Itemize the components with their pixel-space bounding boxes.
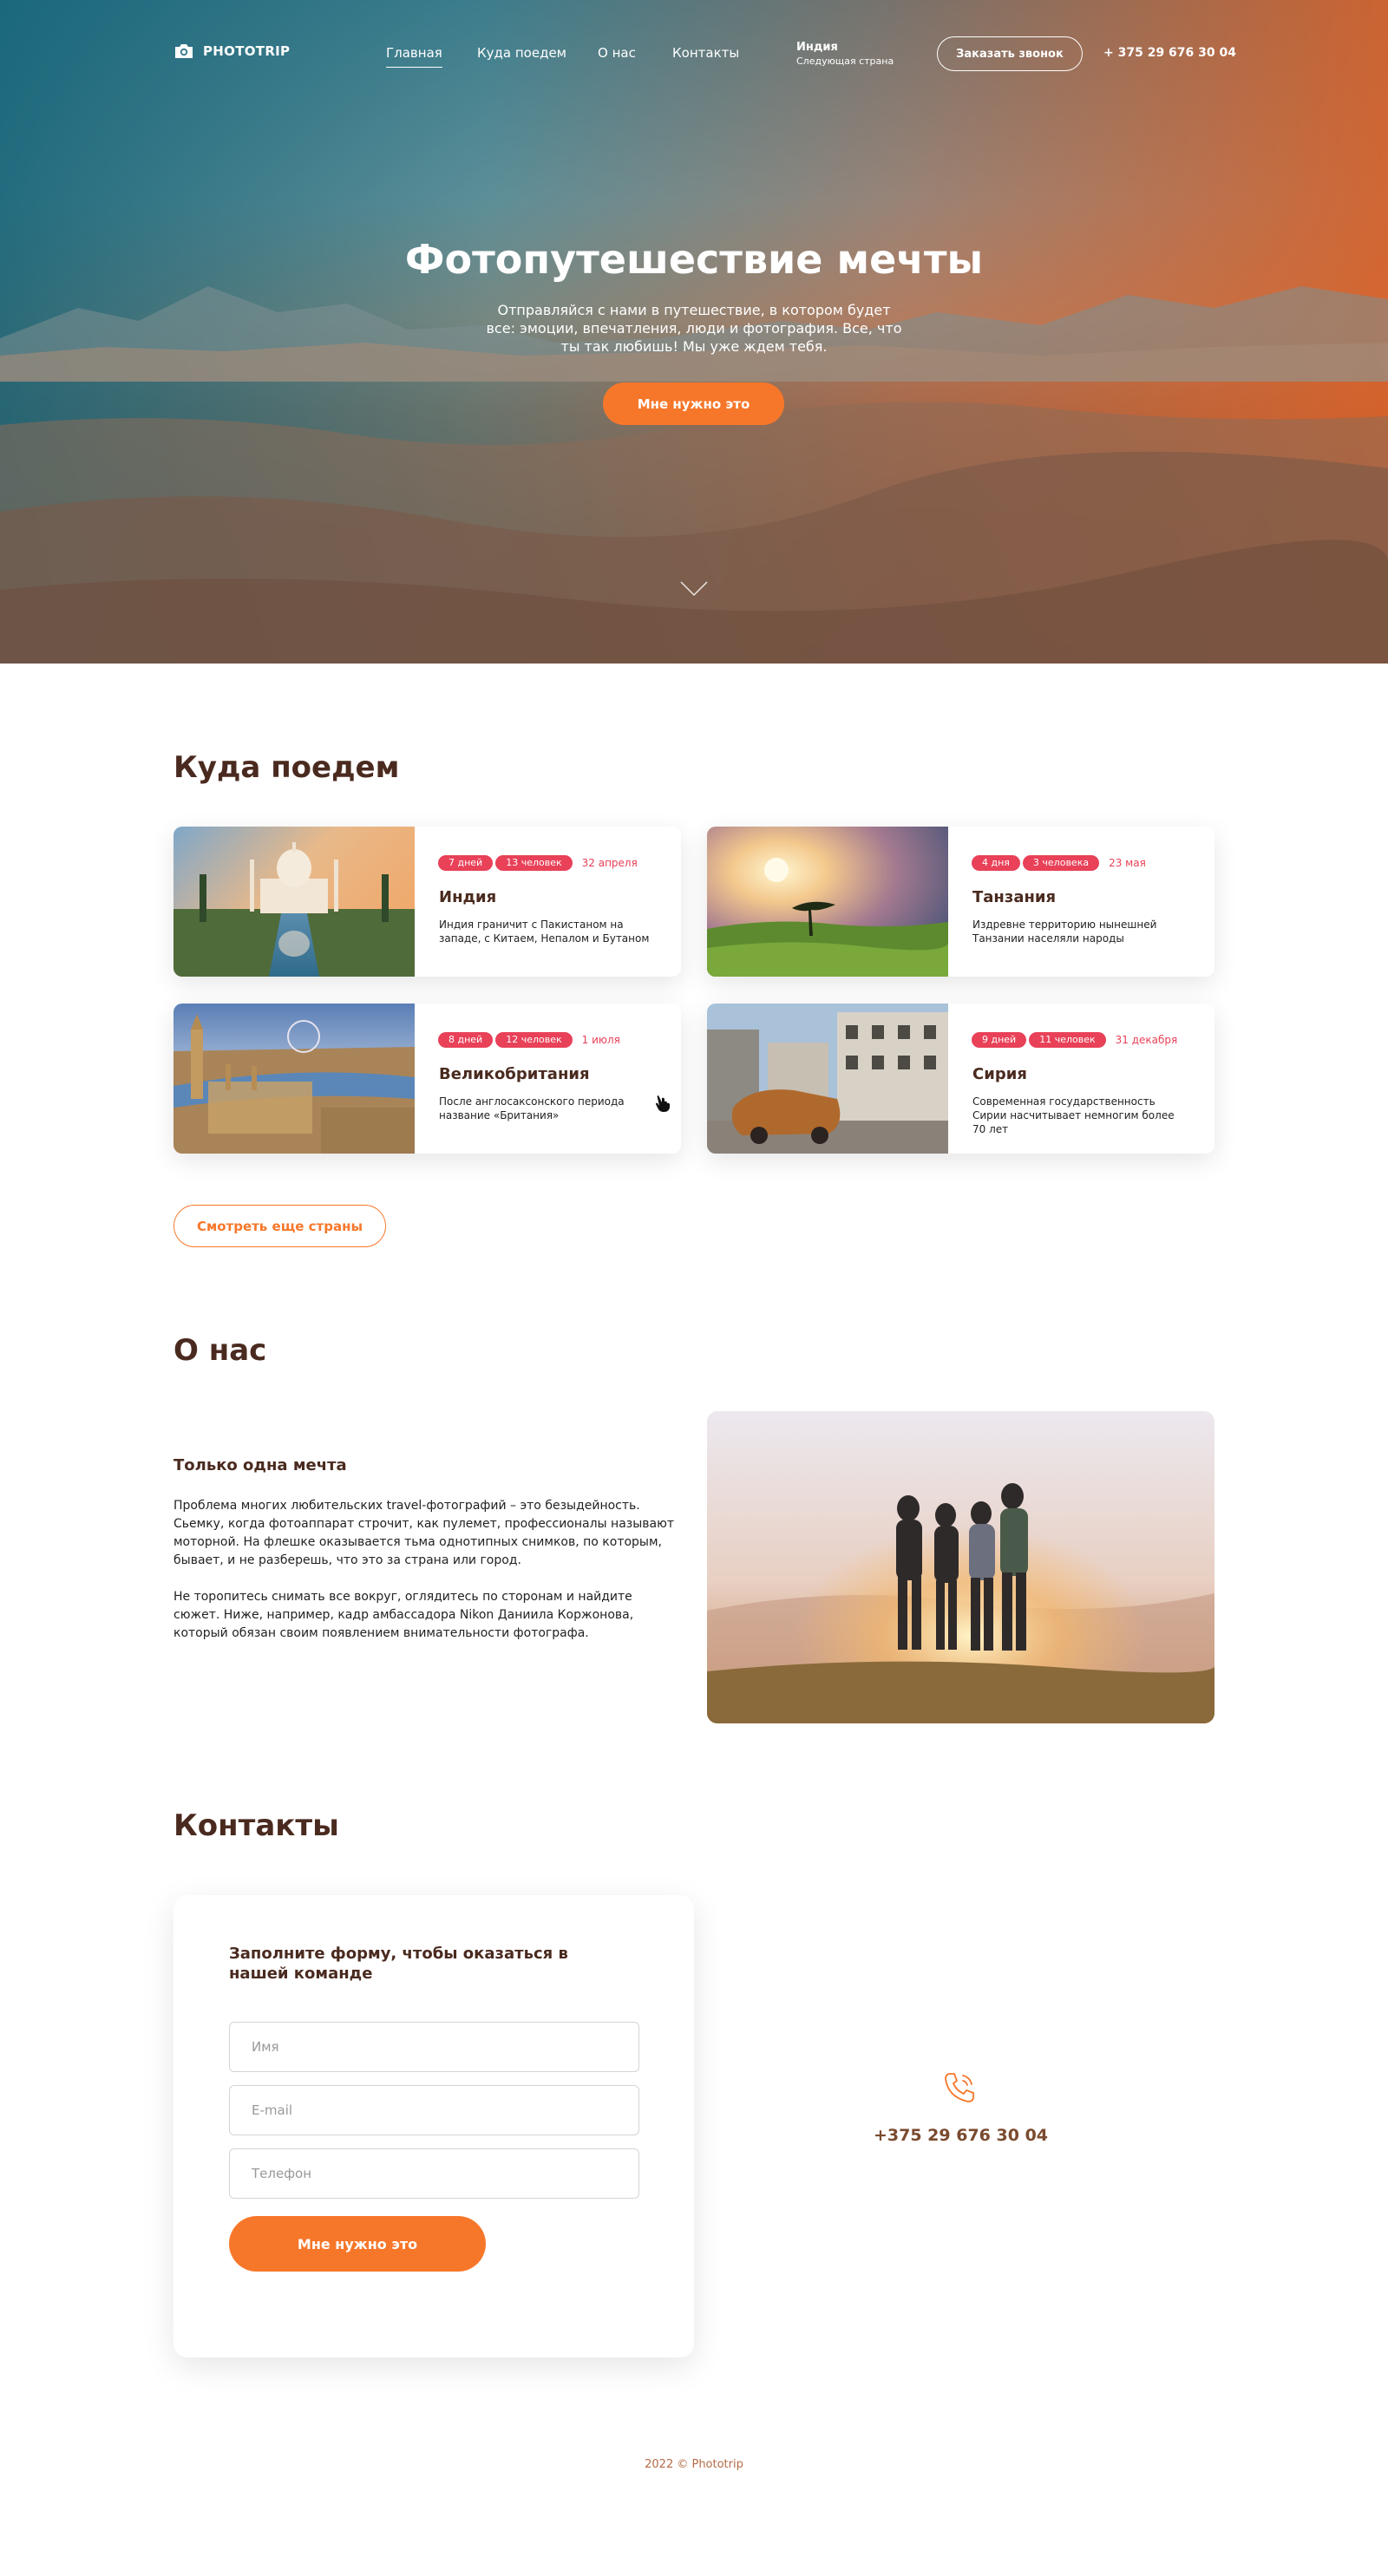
nav-item-contacts[interactable]: Контакты	[672, 45, 739, 61]
people-badge: 13 человек	[495, 855, 573, 871]
hero-subtitle: Отправляйся с нами в путешествие, в кото…	[486, 302, 902, 355]
destination-description: Издревне территорию нынешней Танзании на…	[972, 919, 1157, 945]
destination-card-india[interactable]: 7 дней 13 человек 32 апреля Индия Индия …	[174, 827, 681, 977]
destination-name: Танзания	[972, 888, 1057, 906]
about-subtitle: Только одна мечта	[174, 1456, 347, 1474]
days-badge: 9 дней	[972, 1032, 1027, 1048]
destination-description: Индия граничит с Пакистаном на западе, с…	[439, 919, 650, 945]
next-country-label: Следующая страна	[796, 56, 894, 67]
submit-button[interactable]: Мне нужно это	[229, 2216, 486, 2272]
destination-name: Индия	[439, 888, 497, 906]
callback-button[interactable]: Заказать звонок	[937, 36, 1083, 71]
nav-item-about[interactable]: О нас	[598, 45, 636, 61]
more-countries-button[interactable]: Смотреть еще страны	[174, 1205, 386, 1247]
chevron-down-icon[interactable]	[680, 581, 708, 597]
friends-sunset-photo	[707, 1411, 1214, 1723]
signup-form: Заполните форму, чтобы оказаться в нашей…	[174, 1895, 694, 2357]
destination-card-tanzania[interactable]: 4 дня 3 человека 23 мая Танзания Издревн…	[707, 827, 1214, 977]
logo-text: PHOTOTRIP	[203, 43, 291, 59]
email-field[interactable]	[229, 2085, 639, 2135]
about-text: Проблема многих любительских travel-фото…	[174, 1497, 677, 1643]
next-country-name: Индия	[796, 41, 838, 54]
taj-mahal-photo	[174, 827, 415, 977]
destination-card-great-britain[interactable]: 8 дней 12 человек 1 июля Великобритания …	[174, 1004, 681, 1154]
footer-copyright: 2022 © Phototrip	[645, 2458, 743, 2471]
about-title: О нас	[174, 1333, 267, 1368]
days-badge: 7 дней	[438, 855, 494, 871]
tanzania-photo	[707, 827, 948, 977]
trip-date: 23 мая	[1109, 857, 1146, 869]
camera-icon	[175, 44, 193, 58]
phone-icon	[945, 2073, 974, 2102]
hero-title: Фотопутешествие мечты	[404, 236, 984, 283]
trip-tags: 4 дня 3 человека 23 мая	[972, 855, 1146, 871]
destinations-title: Куда поедем	[174, 750, 400, 785]
form-title: Заполните форму, чтобы оказаться в нашей…	[229, 1945, 568, 1983]
trip-date: 1 июля	[581, 1034, 620, 1046]
destination-description: Современная государственность Сирии насч…	[972, 1095, 1175, 1135]
about-paragraph: Проблема многих любительских travel-фото…	[174, 1499, 675, 1567]
contacts-title: Контакты	[174, 1808, 339, 1843]
syria-photo	[707, 1004, 948, 1154]
hero-cta-button[interactable]: Мне нужно это	[603, 382, 784, 425]
name-field[interactable]	[229, 2022, 639, 2072]
nav-item-home[interactable]: Главная	[386, 45, 442, 68]
trip-date: 32 апреля	[581, 857, 638, 869]
days-badge: 8 дней	[438, 1032, 494, 1048]
destination-card-syria[interactable]: 9 дней 11 человек 31 декабря Сирия Совре…	[707, 1004, 1214, 1154]
people-badge: 12 человек	[495, 1032, 573, 1048]
people-badge: 3 человека	[1022, 855, 1100, 871]
next-country: Индия Следующая страна	[796, 41, 894, 67]
trip-date: 31 декабря	[1115, 1034, 1178, 1046]
hero-section: PHOTOTRIP Главная Куда поедем О нас Конт…	[0, 0, 1388, 664]
destination-name: Великобритания	[439, 1065, 590, 1083]
hand-pointer-icon	[656, 1095, 670, 1112]
destination-description: После англосаксонского периода название …	[439, 1095, 625, 1121]
about-paragraph: Не торопитесь снимать все вокруг, огляди…	[174, 1590, 634, 1640]
logo[interactable]: PHOTOTRIP	[174, 42, 290, 60]
trip-tags: 7 дней 13 человек 32 апреля	[438, 855, 638, 871]
nav-item-destinations[interactable]: Куда поедем	[477, 45, 566, 61]
days-badge: 4 дня	[972, 855, 1020, 871]
destination-name: Сирия	[972, 1065, 1027, 1083]
contact-phone[interactable]: +375 29 676 30 04	[868, 2126, 1054, 2145]
people-badge: 11 человек	[1029, 1032, 1106, 1048]
header-phone[interactable]: + 375 29 676 30 04	[1103, 46, 1236, 60]
trip-tags: 8 дней 12 человек 1 июля	[438, 1032, 620, 1048]
trip-tags: 9 дней 11 человек 31 декабря	[972, 1032, 1177, 1048]
phone-field[interactable]	[229, 2148, 639, 2199]
london-photo	[174, 1004, 415, 1154]
